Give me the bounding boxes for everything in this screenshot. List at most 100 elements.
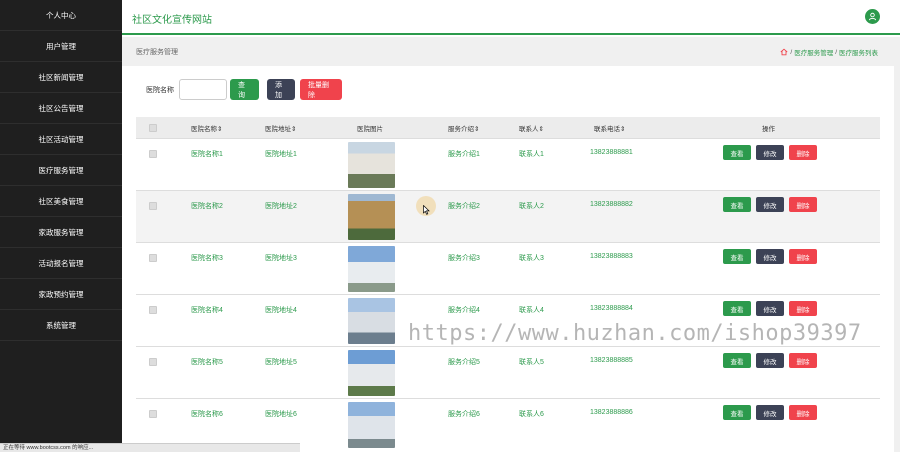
- column-header-name[interactable]: 医院名称⇕: [191, 123, 222, 133]
- hospital-table: 医院名称⇕ 医院地址⇕ 医院图片 服务介绍⇕ 联系人⇕ 联系电话⇕ 操作 医院名…: [136, 117, 880, 450]
- hospital-address-cell: 医院地址6: [265, 411, 297, 418]
- edit-button[interactable]: 修改: [756, 301, 784, 316]
- column-header-address[interactable]: 医院地址⇕: [265, 123, 296, 133]
- delete-button[interactable]: 删除: [789, 301, 817, 316]
- breadcrumb: / 医疗服务管理 / 医疗服务列表: [780, 47, 878, 57]
- sidebar-item-system[interactable]: 系统管理: [0, 310, 122, 341]
- service-intro-cell: 服务介绍5: [448, 359, 480, 366]
- service-intro-cell: 服务介绍4: [448, 307, 480, 314]
- delete-button[interactable]: 删除: [789, 353, 817, 368]
- content-header: 医疗服务管理 / 医疗服务管理 / 医疗服务列表: [122, 37, 900, 66]
- row-checkbox[interactable]: [149, 306, 157, 314]
- breadcrumb-separator: /: [790, 48, 793, 56]
- add-button[interactable]: 添加: [267, 79, 295, 100]
- watermark-text: https://www.huzhan.com/ishop39397: [408, 321, 862, 346]
- select-all-checkbox[interactable]: [149, 124, 157, 132]
- contact-cell: 联系人2: [519, 203, 544, 210]
- column-header-contact[interactable]: 联系人⇕: [519, 123, 544, 133]
- sidebar-item-medical[interactable]: 医疗服务管理: [0, 155, 122, 186]
- phone-cell: 13823888885: [590, 357, 633, 364]
- table-row: 医院名称1 医院地址1 服务介绍1 联系人1 13823888881 查看 修改…: [136, 138, 880, 190]
- service-intro-cell: 服务介绍6: [448, 411, 480, 418]
- table-header: 医院名称⇕ 医院地址⇕ 医院图片 服务介绍⇕ 联系人⇕ 联系电话⇕ 操作: [136, 117, 880, 138]
- contact-cell: 联系人5: [519, 359, 544, 366]
- row-checkbox[interactable]: [149, 254, 157, 262]
- user-icon[interactable]: [865, 9, 880, 24]
- top-bar: 社区文化宣传网站: [122, 0, 900, 35]
- row-checkbox[interactable]: [149, 202, 157, 210]
- view-button[interactable]: 查看: [723, 145, 751, 160]
- delete-button[interactable]: 删除: [789, 405, 817, 420]
- phone-cell: 13823888882: [590, 201, 633, 208]
- edit-button[interactable]: 修改: [756, 249, 784, 264]
- hospital-address-cell: 医院地址5: [265, 359, 297, 366]
- row-checkbox[interactable]: [149, 358, 157, 366]
- sidebar-item-food[interactable]: 社区美食管理: [0, 186, 122, 217]
- hospital-address-cell: 医院地址1: [265, 151, 297, 158]
- column-header-actions: 操作: [762, 125, 775, 133]
- row-checkbox[interactable]: [149, 150, 157, 158]
- hospital-name-cell: 医院名称2: [191, 203, 223, 210]
- table-row: 医院名称3 医院地址3 服务介绍3 联系人3 13823888883 查看 修改…: [136, 242, 880, 294]
- sidebar-item-activity-signup[interactable]: 活动报名管理: [0, 248, 122, 279]
- hospital-name-input[interactable]: [179, 79, 227, 100]
- delete-button[interactable]: 删除: [789, 197, 817, 212]
- search-bar: 医院名称 查询 添加 批量删除: [146, 79, 342, 100]
- batch-delete-button[interactable]: 批量删除: [300, 79, 342, 100]
- row-checkbox[interactable]: [149, 410, 157, 418]
- edit-button[interactable]: 修改: [756, 405, 784, 420]
- breadcrumb-item-list: 医疗服务列表: [839, 50, 878, 57]
- phone-cell: 13823888881: [590, 149, 633, 156]
- hospital-image: [348, 194, 395, 240]
- contact-cell: 联系人1: [519, 151, 544, 158]
- hospital-image: [348, 142, 395, 188]
- service-intro-cell: 服务介绍1: [448, 151, 480, 158]
- table-row: 医院名称5 医院地址5 服务介绍5 联系人5 13823888885 查看 修改…: [136, 346, 880, 398]
- view-button[interactable]: 查看: [723, 301, 751, 316]
- phone-cell: 13823888884: [590, 305, 633, 312]
- home-icon[interactable]: [780, 48, 788, 56]
- hospital-address-cell: 医院地址2: [265, 203, 297, 210]
- mouse-cursor-icon: [423, 204, 430, 217]
- phone-cell: 13823888883: [590, 253, 633, 260]
- query-button[interactable]: 查询: [230, 79, 259, 100]
- edit-button[interactable]: 修改: [756, 353, 784, 368]
- hospital-name-cell: 医院名称5: [191, 359, 223, 366]
- column-header-phone[interactable]: 联系电话⇕: [594, 123, 625, 133]
- sidebar-item-housekeeping-booking[interactable]: 家政预约管理: [0, 279, 122, 310]
- edit-button[interactable]: 修改: [756, 145, 784, 160]
- view-button[interactable]: 查看: [723, 249, 751, 264]
- sidebar-item-users[interactable]: 用户管理: [0, 31, 122, 62]
- service-intro-cell: 服务介绍2: [448, 203, 480, 210]
- hospital-name-cell: 医院名称3: [191, 255, 223, 262]
- hospital-address-cell: 医院地址3: [265, 255, 297, 262]
- site-title: 社区文化宣传网站: [132, 15, 212, 26]
- sidebar-item-profile[interactable]: 个人中心: [0, 0, 122, 31]
- column-header-image: 医院图片: [357, 125, 383, 133]
- view-button[interactable]: 查看: [723, 353, 751, 368]
- sidebar-item-activities[interactable]: 社区活动管理: [0, 124, 122, 155]
- delete-button[interactable]: 删除: [789, 249, 817, 264]
- contact-cell: 联系人3: [519, 255, 544, 262]
- column-header-intro[interactable]: 服务介绍⇕: [448, 123, 479, 133]
- breadcrumb-item-medical[interactable]: 医疗服务管理: [794, 47, 833, 57]
- search-label: 医院名称: [146, 86, 174, 94]
- phone-cell: 13823888886: [590, 409, 633, 416]
- table-row: 医院名称2 医院地址2 服务介绍2 联系人2 13823888882 查看 修改…: [136, 190, 880, 242]
- view-button[interactable]: 查看: [723, 405, 751, 420]
- hospital-image: [348, 298, 395, 344]
- hospital-address-cell: 医院地址4: [265, 307, 297, 314]
- contact-cell: 联系人4: [519, 307, 544, 314]
- sidebar-item-housekeeping[interactable]: 家政服务管理: [0, 217, 122, 248]
- hospital-image: [348, 402, 395, 448]
- hospital-name-cell: 医院名称1: [191, 151, 223, 158]
- edit-button[interactable]: 修改: [756, 197, 784, 212]
- breadcrumb-separator: /: [835, 48, 837, 56]
- view-button[interactable]: 查看: [723, 197, 751, 212]
- vertical-scrollbar[interactable]: [894, 37, 900, 452]
- delete-button[interactable]: 删除: [789, 145, 817, 160]
- sidebar-item-news[interactable]: 社区新闻管理: [0, 62, 122, 93]
- sidebar-item-notices[interactable]: 社区公告管理: [0, 93, 122, 124]
- service-intro-cell: 服务介绍3: [448, 255, 480, 262]
- hospital-name-cell: 医院名称6: [191, 411, 223, 418]
